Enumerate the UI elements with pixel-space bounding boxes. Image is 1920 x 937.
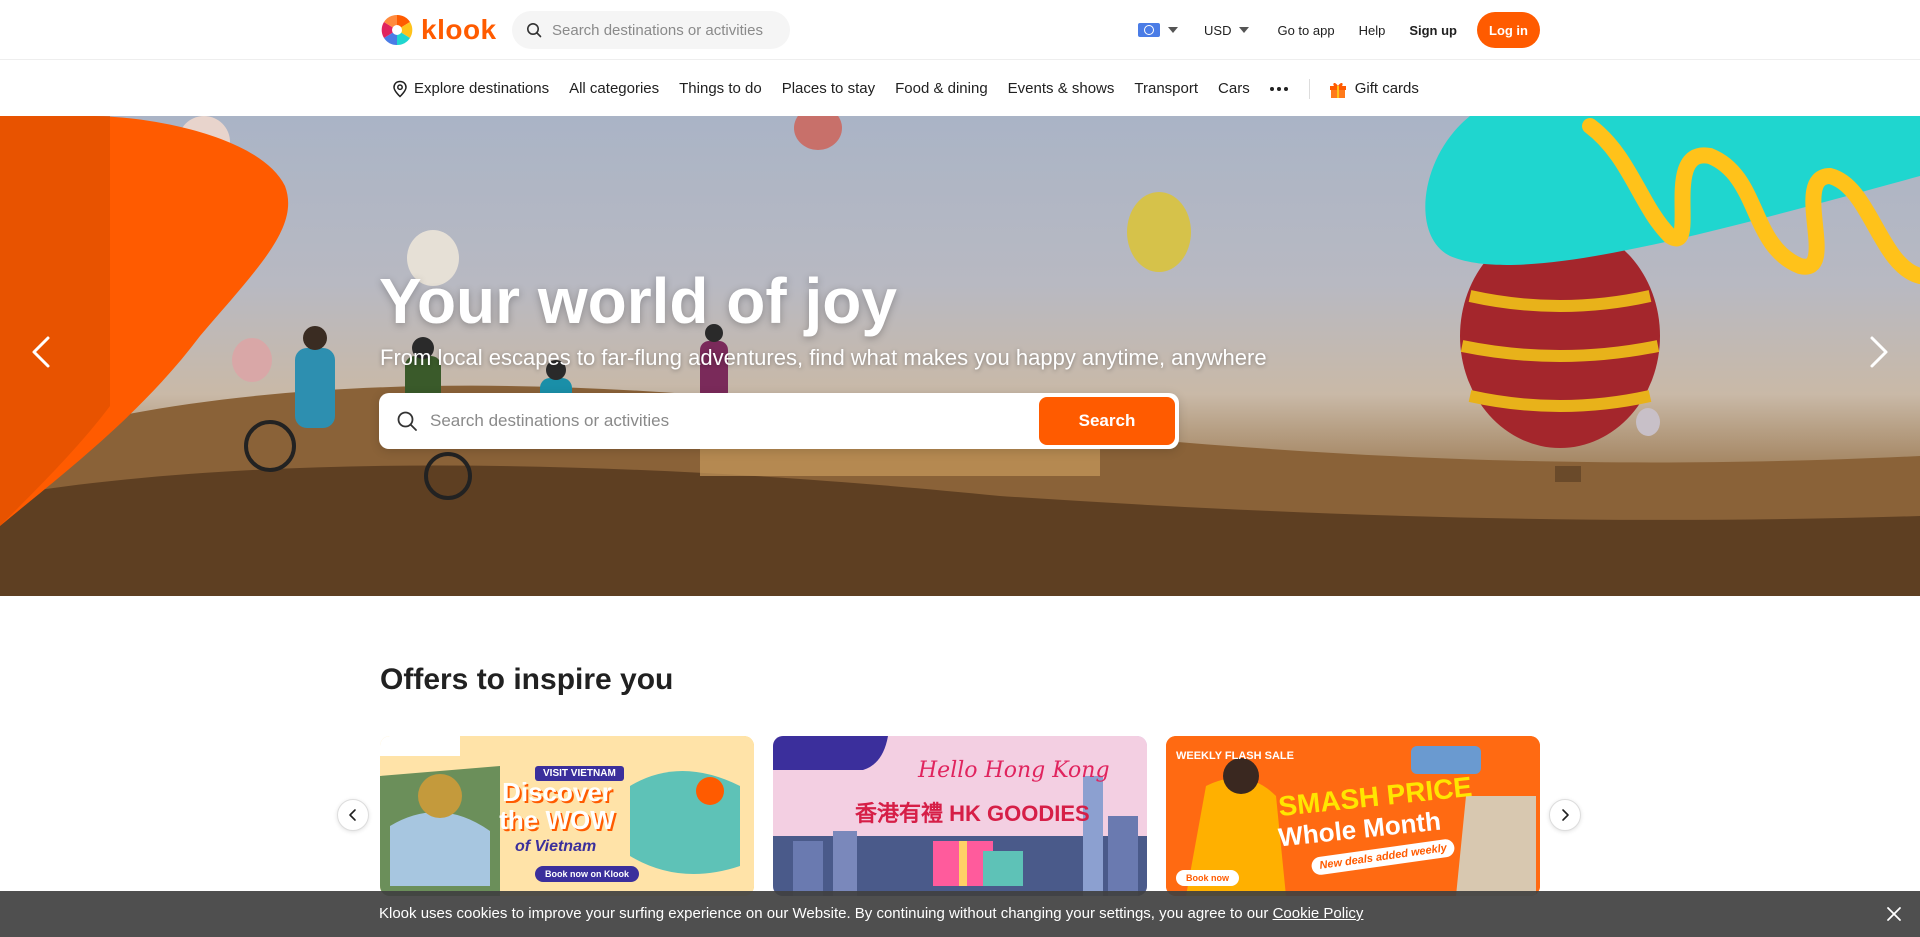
hero-search-input[interactable] — [430, 411, 1030, 431]
offer-hello: Hello Hong Kong — [918, 758, 1110, 783]
gift-icon — [1329, 82, 1346, 98]
search-icon — [527, 23, 542, 38]
klook-logo-icon — [381, 14, 413, 46]
offer-headline: 香港有禮 HK GOODIES — [855, 801, 1090, 826]
nav-gift-cards[interactable]: Gift cards — [1328, 79, 1419, 99]
offer-card-hong-kong[interactable]: Hello Hong Kong 香港有禮 HK GOODIES — [773, 736, 1147, 896]
offer-cta: Book now — [1176, 870, 1239, 886]
nav-things-to-do[interactable]: Things to do — [679, 80, 762, 97]
offer-card-flash-sale[interactable]: WEEKLY FLASH SALE SMASH PRICE Whole Mont… — [1166, 736, 1540, 896]
offers-prev-button[interactable] — [337, 799, 369, 831]
flag-icon — [1138, 23, 1161, 37]
offer-headline: Discover the WOW — [499, 777, 615, 835]
language-selector[interactable] — [1138, 23, 1179, 37]
search-icon — [397, 411, 417, 431]
chevron-right-icon — [1562, 809, 1569, 821]
header-actions: USD Go to app Help Sign up Log in — [1138, 11, 1540, 49]
cookie-text: Klook uses cookies to improve your surfi… — [379, 905, 1273, 922]
header-search[interactable] — [512, 11, 790, 49]
nav-divider — [1308, 78, 1310, 99]
brand-name: klook — [421, 14, 497, 45]
offer-card-vietnam[interactable]: VISIT VIETNAM Discover the WOW of Vietna… — [380, 736, 754, 896]
hero-subtitle: From local escapes to far-flung adventur… — [380, 345, 1267, 370]
cookie-policy-link[interactable]: Cookie Policy — [1273, 905, 1364, 922]
log-in-button[interactable]: Log in — [1477, 12, 1540, 48]
top-header: klook USD Go to app Help Sign up Log in — [0, 0, 1920, 60]
hero-search-button[interactable]: Search — [1039, 397, 1175, 445]
go-to-app-link[interactable]: Go to app — [1277, 23, 1334, 38]
offer-flash-label: WEEKLY FLASH SALE — [1176, 750, 1294, 762]
currency-selector[interactable]: USD — [1204, 22, 1250, 38]
help-link[interactable]: Help — [1359, 23, 1386, 38]
chevron-down-icon — [1168, 27, 1179, 33]
nav-all-categories[interactable]: All categories — [569, 80, 659, 97]
chevron-left-icon — [349, 809, 356, 821]
nav-transport[interactable]: Transport — [1134, 80, 1198, 97]
offers-next-button[interactable] — [1549, 799, 1581, 831]
hero-banner: Your world of joy From local escapes to … — [0, 116, 1920, 596]
chevron-left-icon[interactable] — [22, 332, 62, 372]
sign-up-link[interactable]: Sign up — [1409, 23, 1457, 38]
map-pin-icon — [393, 80, 407, 98]
chevron-right-icon[interactable] — [1858, 332, 1898, 372]
hero-search-box[interactable]: Search — [379, 393, 1179, 449]
close-icon[interactable] — [1884, 904, 1904, 924]
more-icon[interactable] — [1269, 86, 1291, 91]
hero-title: Your world of joy — [379, 265, 897, 337]
nav-places-to-stay[interactable]: Places to stay — [782, 80, 875, 97]
currency-label: USD — [1204, 22, 1232, 38]
nav-cars[interactable]: Cars — [1218, 80, 1250, 97]
nav-item-label: Explore destinations — [414, 80, 550, 97]
offers-section-title: Offers to inspire you — [380, 663, 674, 696]
klook-logo[interactable]: klook — [379, 12, 497, 48]
cookie-message: Klook uses cookies to improve your surfi… — [379, 905, 1363, 922]
offer-cta: Book now on Klook — [535, 866, 639, 882]
header-search-input[interactable] — [552, 21, 772, 39]
gift-cards-label: Gift cards — [1354, 80, 1419, 97]
category-nav: Explore destinations All categories Thin… — [0, 61, 1920, 116]
chevron-down-icon — [1239, 27, 1250, 33]
nav-food-dining[interactable]: Food & dining — [895, 80, 988, 97]
cookie-banner: Klook uses cookies to improve your surfi… — [0, 891, 1920, 937]
offer-subheadline: of Vietnam — [515, 838, 597, 855]
nav-events-shows[interactable]: Events & shows — [1008, 80, 1115, 97]
nav-explore-destinations[interactable]: Explore destinations — [392, 80, 549, 98]
